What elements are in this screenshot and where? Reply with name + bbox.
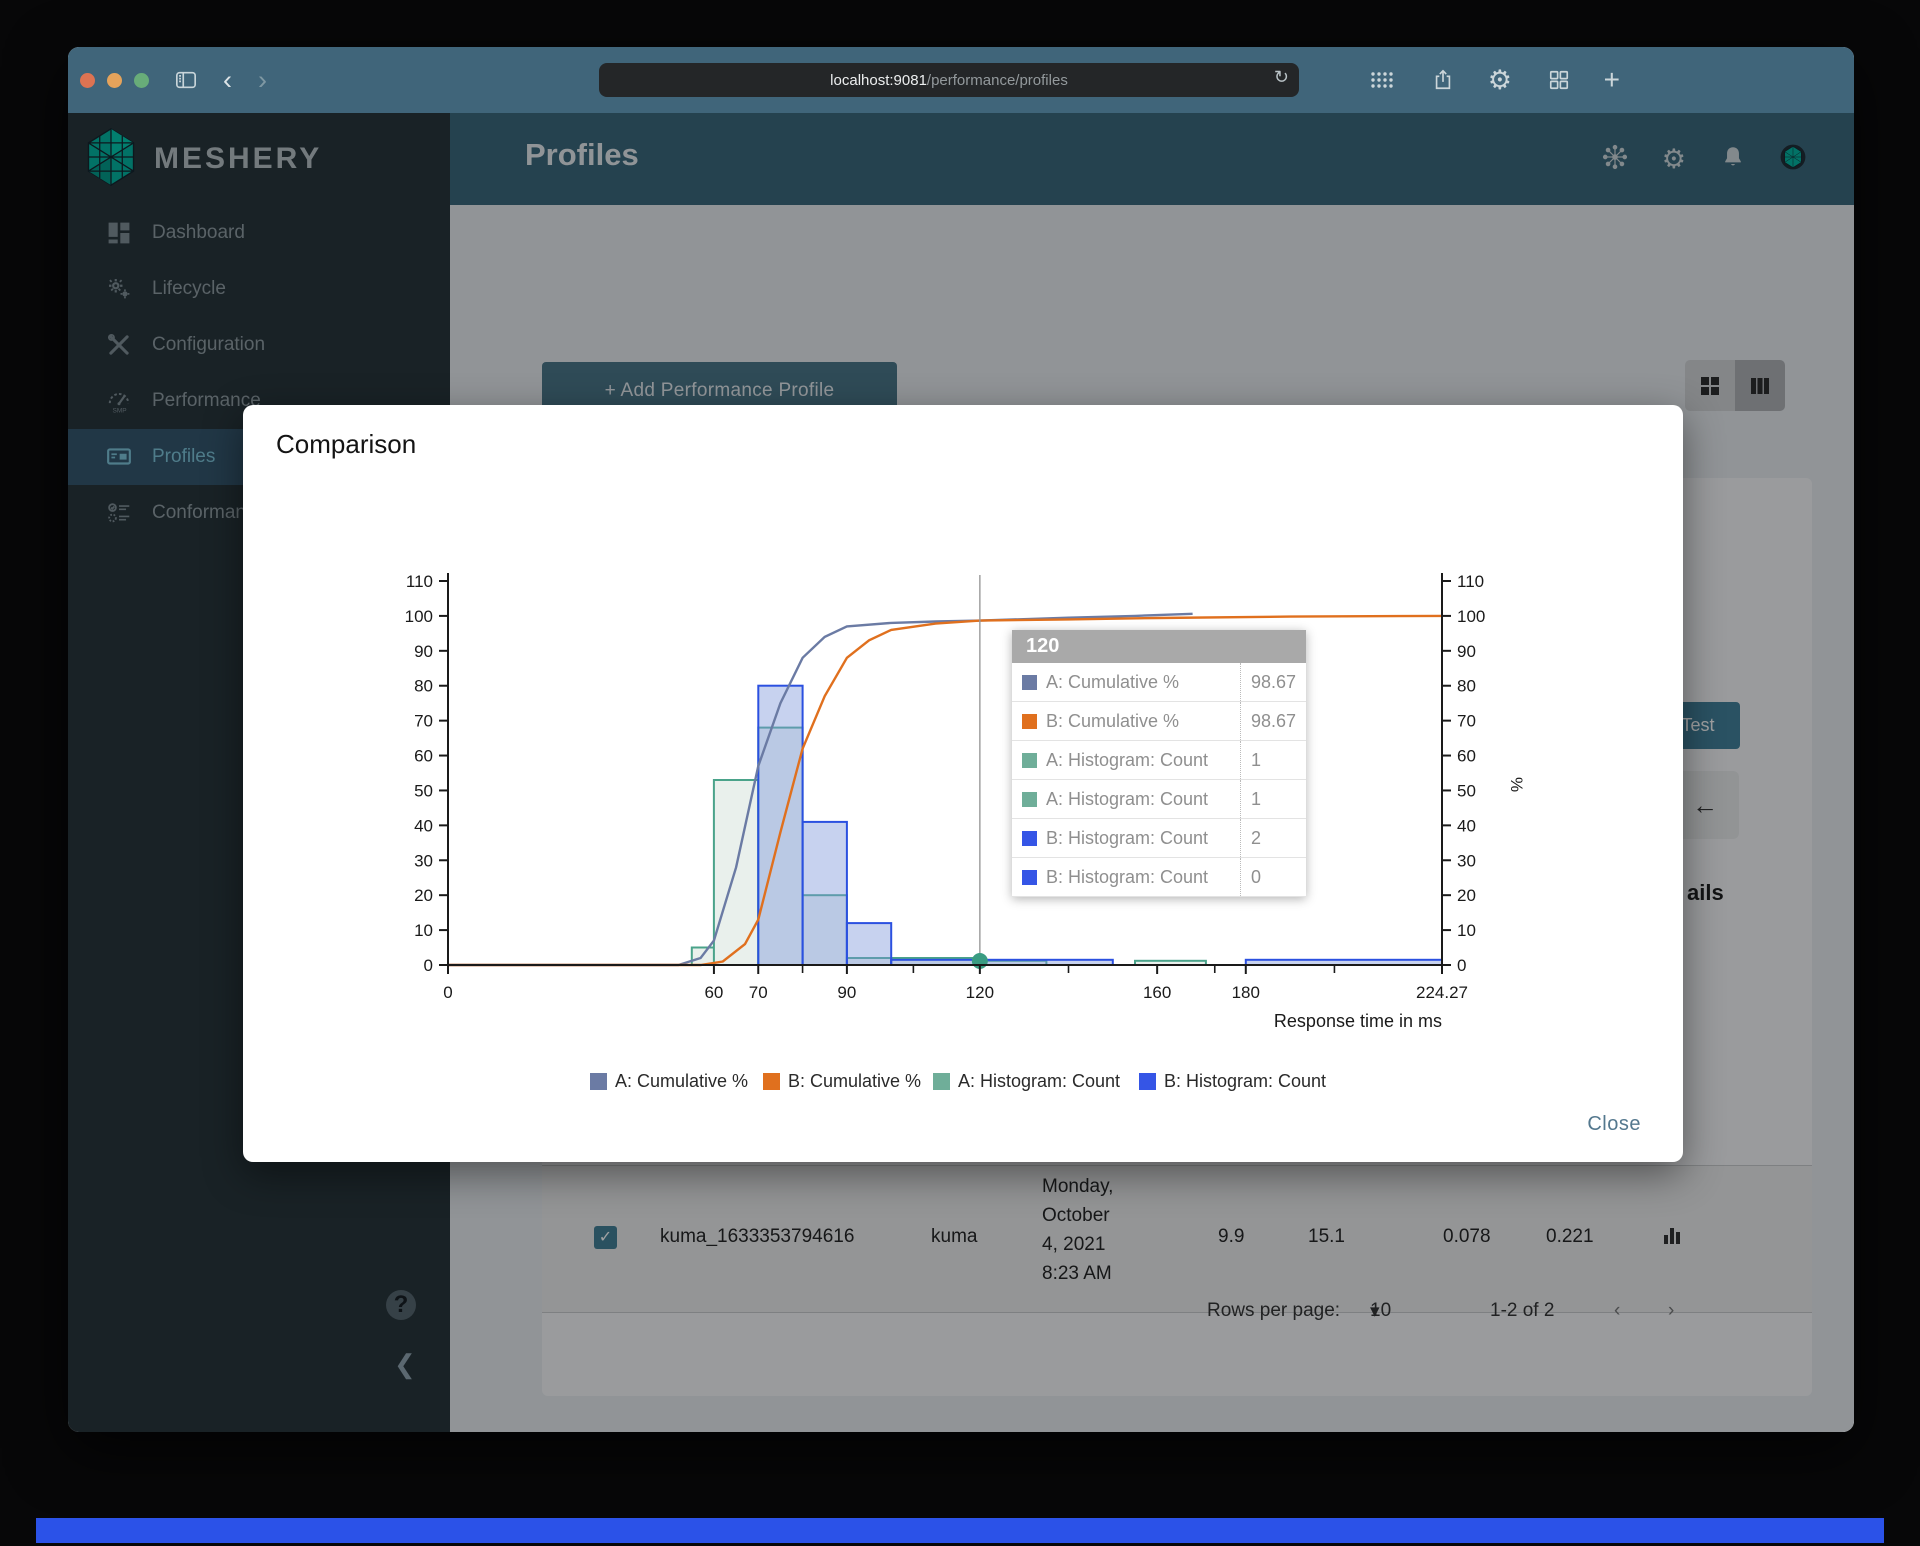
svg-text:90: 90 xyxy=(837,983,856,1002)
tooltip-series-label: B: Cumulative % xyxy=(1046,710,1180,731)
svg-text:120: 120 xyxy=(966,983,994,1002)
legend-label: A: Cumulative % xyxy=(615,1071,748,1091)
series-swatch xyxy=(1022,713,1037,729)
chart-tooltip: 120 A: Cumulative % 98.67 B: Cumulative % 9… xyxy=(1012,630,1306,897)
svg-text:0: 0 xyxy=(1457,956,1466,975)
histogram-bar xyxy=(712,779,760,966)
svg-text:90: 90 xyxy=(1457,642,1476,661)
svg-text:224.27: 224.27 xyxy=(1416,983,1468,1002)
legend-swatch xyxy=(1139,1073,1156,1090)
svg-text:160: 160 xyxy=(1143,983,1171,1002)
reload-icon[interactable]: ↻ xyxy=(1274,67,1289,88)
svg-text:10: 10 xyxy=(414,921,433,940)
histogram-bar xyxy=(845,922,893,967)
svg-text:20: 20 xyxy=(1457,886,1476,905)
series-swatch xyxy=(1022,869,1037,885)
svg-text:10: 10 xyxy=(1457,921,1476,940)
new-tab-icon[interactable]: + xyxy=(1604,64,1620,96)
svg-text:0: 0 xyxy=(424,956,433,975)
url-host: localhost:9081 xyxy=(830,71,927,89)
close-button[interactable]: Close xyxy=(1587,1113,1641,1136)
svg-text:20: 20 xyxy=(414,886,433,905)
svg-text:80: 80 xyxy=(414,677,433,696)
svg-text:60: 60 xyxy=(704,983,723,1002)
histogram-bar xyxy=(757,684,804,966)
comparison-modal: Comparison 0 0 10 10 20 20 30 30 40 40 50 50 60 60 70 7… xyxy=(243,405,1683,1162)
extensions-grid-icon[interactable] xyxy=(1370,71,1394,89)
svg-text:100: 100 xyxy=(405,607,433,626)
tooltip-series-label: A: Histogram: Count xyxy=(1046,749,1209,770)
legend-swatch xyxy=(933,1073,950,1090)
legend-label: A: Histogram: Count xyxy=(958,1071,1120,1091)
tooltip-row: A: Histogram: Count 1 xyxy=(1012,780,1306,819)
svg-text:60: 60 xyxy=(414,747,433,766)
svg-text:50: 50 xyxy=(414,781,433,800)
share-icon[interactable] xyxy=(1432,69,1454,91)
svg-text:90: 90 xyxy=(414,642,433,661)
bottom-blue-strip xyxy=(36,1518,1884,1543)
svg-text:180: 180 xyxy=(1232,983,1260,1002)
browser-chrome: ‹ › ☁ localhost:9081/performance/profile… xyxy=(68,47,1854,113)
browser-window: ‹ › ☁ localhost:9081/performance/profile… xyxy=(68,47,1854,1432)
series-swatch xyxy=(1022,674,1037,690)
forward-button[interactable]: › xyxy=(258,65,267,96)
svg-text:70: 70 xyxy=(749,983,768,1002)
legend-swatch xyxy=(763,1073,780,1090)
settings-gear-icon[interactable]: ⚙ xyxy=(1488,66,1512,94)
tooltip-row: B: Histogram: Count 0 xyxy=(1012,858,1306,897)
tooltip-series-value: 98.67 xyxy=(1240,663,1306,701)
traffic-light-close-button[interactable] xyxy=(80,72,95,88)
tooltip-series-value: 1 xyxy=(1240,780,1306,818)
svg-text:0: 0 xyxy=(443,983,452,1002)
traffic-light-zoom-button[interactable] xyxy=(134,72,149,88)
url-bar[interactable]: localhost:9081/performance/profiles ↻ xyxy=(599,63,1299,97)
tooltip-row: A: Cumulative % 98.67 xyxy=(1012,663,1306,702)
svg-text:30: 30 xyxy=(414,851,433,870)
svg-text:40: 40 xyxy=(1457,816,1476,835)
tooltip-series-value: 98.67 xyxy=(1240,702,1306,740)
tooltip-series-label: B: Histogram: Count xyxy=(1046,866,1209,887)
tooltip-series-label: A: Cumulative % xyxy=(1046,671,1180,692)
svg-text:70: 70 xyxy=(1457,712,1476,731)
svg-text:100: 100 xyxy=(1457,607,1485,626)
legend-swatch xyxy=(590,1073,607,1090)
tooltip-series-value: 2 xyxy=(1240,819,1306,857)
series-swatch xyxy=(1022,791,1037,807)
series-swatch xyxy=(1022,752,1037,768)
svg-text:80: 80 xyxy=(1457,677,1476,696)
sidebar-toggle-icon[interactable] xyxy=(175,70,197,90)
tooltip-row: B: Histogram: Count 2 xyxy=(1012,819,1306,858)
svg-text:40: 40 xyxy=(414,816,433,835)
modal-title: Comparison xyxy=(276,429,417,459)
svg-text:60: 60 xyxy=(1457,747,1476,766)
url-path: /performance/profiles xyxy=(926,71,1068,89)
right-y-axis-label: % xyxy=(1507,777,1526,792)
histogram-bar xyxy=(801,820,848,966)
comparison-chart[interactable]: 0 010 1020 2030 3040 4050 5060 6070 7080 8090 9010… xyxy=(343,545,1603,1125)
tooltip-series-value: 1 xyxy=(1240,741,1306,779)
svg-text:110: 110 xyxy=(406,572,433,591)
tooltip-title: 120 xyxy=(1012,630,1306,663)
series-swatch xyxy=(1022,830,1037,846)
tooltip-row: A: Histogram: Count 1 xyxy=(1012,741,1306,780)
svg-text:70: 70 xyxy=(414,712,433,731)
tooltip-row: B: Cumulative % 98.67 xyxy=(1012,702,1306,741)
svg-text:110: 110 xyxy=(1457,572,1484,591)
svg-text:50: 50 xyxy=(1457,781,1476,800)
legend-label: B: Histogram: Count xyxy=(1164,1071,1326,1091)
svg-text:30: 30 xyxy=(1457,851,1476,870)
traffic-light-minimize-button[interactable] xyxy=(107,72,122,88)
tooltip-series-value: 0 xyxy=(1240,858,1306,896)
tooltip-series-label: B: Histogram: Count xyxy=(1046,827,1209,848)
x-axis-label: Response time in ms xyxy=(1274,1011,1442,1031)
back-button[interactable]: ‹ xyxy=(223,65,232,96)
tab-overview-icon[interactable] xyxy=(1548,69,1570,91)
tooltip-series-label: A: Histogram: Count xyxy=(1046,788,1209,809)
legend-label: B: Cumulative % xyxy=(788,1071,921,1091)
